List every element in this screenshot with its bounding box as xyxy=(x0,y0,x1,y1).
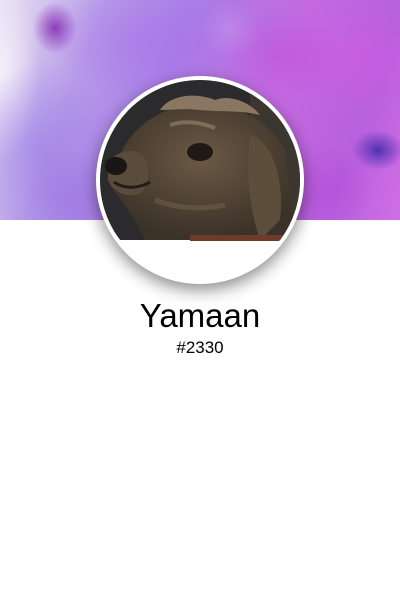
avatar-photo-icon xyxy=(100,80,300,280)
profile-handle: #2330 xyxy=(176,338,224,357)
avatar[interactable] xyxy=(96,76,304,284)
profile-name: Yamaan xyxy=(139,297,261,334)
profile-card: Yamaan #2330 xyxy=(0,0,400,600)
